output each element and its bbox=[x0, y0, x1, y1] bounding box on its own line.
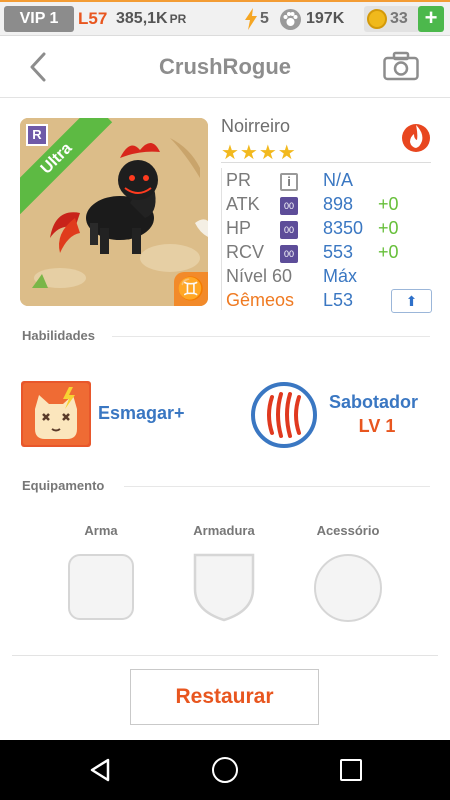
game-status-bar: VIP 1 L57 385,1K PR 5 197K 33 + bbox=[0, 0, 450, 36]
power-value: 385,1K bbox=[116, 10, 168, 27]
coin-count: 33 bbox=[390, 10, 408, 27]
claw-icon[interactable] bbox=[250, 381, 318, 449]
player-level: L57 bbox=[78, 9, 108, 28]
name-divider bbox=[221, 162, 431, 163]
vip-badge[interactable]: VIP 1 bbox=[4, 6, 74, 32]
smash-skill-icon[interactable] bbox=[21, 381, 91, 447]
stat-row-level: Nível 60 Máx bbox=[222, 266, 432, 290]
nav-home-icon[interactable] bbox=[212, 757, 238, 783]
fire-icon bbox=[402, 124, 430, 152]
nav-recent-icon[interactable] bbox=[340, 759, 362, 781]
pet-stats: PR i N/A ATK 00 898 +0 HP 00 8350 +0 RCV… bbox=[221, 168, 432, 313]
info-icon[interactable]: i bbox=[280, 173, 298, 191]
stat-value: 553 bbox=[323, 242, 354, 262]
weapon-slot[interactable] bbox=[68, 554, 134, 620]
level-value: Máx bbox=[323, 266, 358, 286]
stat-label: PR bbox=[226, 170, 252, 190]
armor-slot[interactable] bbox=[191, 551, 257, 623]
stat-value: N/A bbox=[323, 170, 354, 190]
pet-name: Noirreiro bbox=[221, 116, 291, 136]
pet-portrait[interactable]: R Ultra ♊ bbox=[20, 118, 208, 306]
stat-row-hp: HP 00 8350 +0 bbox=[222, 218, 432, 242]
stat-bonus: +0 bbox=[378, 194, 399, 214]
stat-row-atk: ATK 00 898 +0 bbox=[222, 194, 432, 218]
equipment-divider bbox=[124, 486, 430, 487]
paw-count: 197K bbox=[306, 10, 345, 27]
camera-icon[interactable] bbox=[383, 51, 419, 81]
equipment-section-label: Equipamento bbox=[22, 478, 105, 493]
system-nav-bar bbox=[0, 740, 450, 800]
status-accent-line bbox=[0, 0, 450, 2]
smash-cat-icon bbox=[23, 383, 89, 445]
skills-divider bbox=[112, 336, 430, 337]
stat-label: RCV bbox=[226, 242, 265, 262]
stat-value: 8350 bbox=[323, 218, 364, 238]
stat-label: ATK bbox=[226, 194, 260, 214]
bottom-divider bbox=[12, 655, 438, 656]
weapon-label: Arma bbox=[84, 523, 118, 538]
skills-section-label: Habilidades bbox=[22, 328, 95, 343]
page-header: CrushRogue bbox=[0, 36, 450, 98]
coin-currency[interactable]: 33 bbox=[364, 6, 420, 32]
paw-currency[interactable]: 197K bbox=[280, 6, 344, 32]
stat-row-pr: PR i N/A bbox=[222, 170, 432, 194]
sabotage-skill-name[interactable]: Sabotador bbox=[329, 392, 418, 413]
player-power: 385,1K PR bbox=[116, 6, 186, 32]
stat-bonus: +0 bbox=[378, 242, 399, 262]
level-label: Nível 60 bbox=[226, 266, 293, 286]
stat-row-gem: Gêmeos L53 ⬆ bbox=[222, 289, 432, 314]
restore-button[interactable]: Restaurar bbox=[130, 669, 319, 725]
gemini-sign-icon: ♊ bbox=[174, 272, 208, 306]
gem-label[interactable]: Gêmeos bbox=[226, 290, 294, 311]
armor-label: Armadura bbox=[193, 523, 255, 538]
accessory-slot[interactable] bbox=[314, 554, 382, 622]
add-coins-button[interactable]: + bbox=[418, 6, 444, 32]
gem-value: L53 bbox=[323, 290, 354, 310]
stat-value: 898 bbox=[323, 194, 354, 214]
accessory-label: Acessório bbox=[316, 523, 380, 538]
paw-icon bbox=[280, 9, 301, 30]
upgrade-button[interactable]: ⬆ bbox=[391, 289, 432, 313]
power-suffix: PR bbox=[169, 12, 187, 26]
rarity-r-badge: R bbox=[26, 124, 48, 146]
coin-icon bbox=[367, 9, 387, 29]
energy-count: 5 bbox=[260, 10, 269, 27]
stat-label: HP bbox=[226, 218, 252, 238]
lightning-icon bbox=[245, 8, 257, 30]
nav-back-icon[interactable] bbox=[88, 757, 112, 783]
smash-skill-name[interactable]: Esmagar+ bbox=[98, 403, 185, 424]
stat-rune-icon: 00 bbox=[280, 221, 298, 239]
stat-row-rcv: RCV 00 553 +0 bbox=[222, 242, 432, 266]
stat-rune-icon: 00 bbox=[280, 245, 298, 263]
sabotage-skill-level: LV 1 bbox=[358, 416, 396, 436]
stat-bonus: +0 bbox=[378, 218, 399, 238]
stat-rune-icon: 00 bbox=[280, 197, 298, 215]
